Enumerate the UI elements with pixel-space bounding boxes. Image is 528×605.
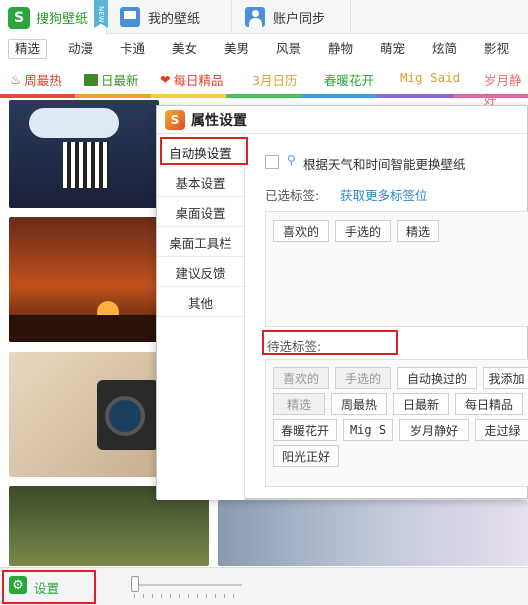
tab-my-wallpaper[interactable]: 我的壁纸 (108, 0, 232, 34)
selected-tags-label: 已选标签: (265, 188, 320, 203)
dialog-title-bar: S 属性设置 (157, 106, 527, 134)
candidate-tag[interactable]: 走过绿 (475, 419, 528, 441)
selected-tag[interactable]: 喜欢的 (273, 220, 329, 242)
feature-row: ♨ 周最热 日最新 ❤ 每日精品 3月日历 春暖花开 Mig Said 岁月静好 (0, 64, 528, 107)
feature-daily-best[interactable]: ❤ 每日精品 (160, 70, 224, 89)
slider-handle[interactable] (131, 576, 139, 592)
wallpaper-thumb[interactable] (9, 217, 159, 342)
candidate-tag[interactable]: 我添加 (483, 367, 528, 389)
candidate-tags-label: 待选标签: (267, 339, 322, 354)
picture-icon (84, 73, 98, 86)
feature-hot-week[interactable]: ♨ 周最热 (10, 70, 62, 89)
feature-newest[interactable]: 日最新 (84, 70, 139, 89)
top-tab-bar: S 搜狗壁纸 NEW 我的壁纸 账户同步 (0, 0, 528, 35)
sogou-logo-icon: S (8, 6, 30, 29)
category-item[interactable]: 美男 (224, 39, 249, 59)
bottom-bar: ⚙ 设置 (0, 567, 528, 605)
wallpaper-thumb[interactable] (9, 100, 159, 208)
heart-icon: ❤ (160, 72, 171, 87)
feature-label: 周最热 (24, 73, 62, 88)
candidate-tag[interactable]: 精选 (273, 393, 325, 415)
candidate-tags-area: 喜欢的 手选的 自动换过的 我添加 精选 周最热 日最新 每日精品 春暖花开 M… (265, 359, 528, 487)
sogou-logo-icon: S (165, 109, 185, 130)
candidate-tag[interactable]: 日最新 (393, 393, 449, 415)
selected-tags-area: 喜欢的 手选的 精选 (265, 211, 528, 327)
candidate-tag[interactable]: 岁月静好 (399, 419, 469, 441)
smart-change-label: 根据天气和时间智能更换壁纸 (303, 157, 466, 172)
nav-desktop-toolbar[interactable]: 桌面工具栏 (157, 228, 244, 257)
flame-icon: ♨ (10, 72, 22, 87)
dialog-body: ⚲ 根据天气和时间智能更换壁纸 已选标签: 获取更多标签位 喜欢的 手选的 精选… (245, 134, 528, 500)
candidate-tag[interactable]: 阳光正好 (273, 445, 339, 467)
nav-auto-change[interactable]: 自动换设置 (157, 138, 244, 167)
candidate-tag[interactable]: 每日精品 (455, 393, 523, 415)
dialog-nav: 自动换设置 基本设置 桌面设置 桌面工具栏 建议反馈 其他 (157, 134, 245, 500)
tab-sogou-wallpaper[interactable]: S 搜狗壁纸 NEW (0, 0, 108, 35)
settings-label[interactable]: 设置 (34, 578, 59, 597)
category-item[interactable]: 影视 (484, 39, 509, 59)
gear-icon[interactable]: ⚙ (9, 576, 27, 594)
category-item[interactable]: 精选 (8, 39, 48, 59)
tab-label: 账户同步 (273, 11, 326, 27)
sea-graphic (9, 315, 159, 342)
feature-mig-said[interactable]: Mig Said (400, 70, 460, 85)
category-item[interactable]: 萌宠 (380, 39, 405, 59)
category-item[interactable]: 炫简 (432, 39, 457, 59)
feature-label: Mig Said (400, 70, 461, 85)
wallpaper-thumb[interactable] (9, 352, 159, 477)
lens-graphic (105, 396, 145, 436)
slider-track[interactable] (132, 584, 242, 586)
category-item[interactable]: 静物 (328, 39, 353, 59)
tab-account-sync[interactable]: 账户同步 (233, 0, 351, 34)
feature-label: 岁月静好 (484, 73, 522, 107)
candidate-tag[interactable]: 自动换过的 (397, 367, 477, 389)
category-item[interactable]: 动漫 (68, 39, 93, 59)
feature-spring[interactable]: 春暖花开 (324, 70, 374, 89)
tab-label: 我的壁纸 (148, 11, 201, 27)
candidate-tag[interactable]: 手选的 (335, 367, 391, 389)
location-icon: ⚲ (287, 153, 296, 167)
dialog-title: 属性设置 (191, 112, 247, 129)
feature-label: 每日精品 (173, 73, 224, 88)
user-icon (245, 7, 265, 27)
monitor-icon (120, 7, 140, 27)
color-stripe (0, 94, 528, 98)
category-item[interactable]: 卡通 (120, 39, 145, 59)
qr-code-image (63, 142, 109, 188)
nav-other[interactable]: 其他 (157, 288, 244, 317)
settings-dialog: S 属性设置 自动换设置 基本设置 桌面设置 桌面工具栏 建议反馈 其他 ⚲ 根… (156, 105, 528, 500)
new-badge: NEW (94, 0, 108, 28)
category-item[interactable]: 美女 (172, 39, 197, 59)
selected-tag[interactable]: 精选 (397, 220, 439, 242)
feature-label: 3月日历 (252, 73, 298, 88)
feature-quiet-years[interactable]: 岁月静好 (484, 70, 528, 108)
category-item[interactable]: 风景 (276, 39, 301, 59)
nav-basic[interactable]: 基本设置 (157, 168, 244, 197)
feature-calendar[interactable]: 3月日历 (252, 70, 297, 89)
candidate-tag[interactable]: 喜欢的 (273, 367, 329, 389)
more-tags-link[interactable]: 获取更多标签位 (340, 185, 428, 204)
candidate-tag[interactable]: 周最热 (331, 393, 387, 415)
feature-label: 日最新 (101, 73, 139, 88)
feature-label: 春暖花开 (324, 73, 375, 88)
candidate-tag[interactable]: Mig S (343, 419, 393, 441)
wallpaper-thumb[interactable] (218, 500, 528, 566)
tab-label: 搜狗壁纸 (36, 12, 89, 27)
slider-ticks (134, 594, 242, 598)
nav-desktop[interactable]: 桌面设置 (157, 198, 244, 227)
cloud-graphic (29, 108, 119, 138)
nav-feedback[interactable]: 建议反馈 (157, 258, 244, 287)
selected-tag[interactable]: 手选的 (335, 220, 391, 242)
candidate-tag[interactable]: 春暖花开 (273, 419, 337, 441)
smart-change-checkbox[interactable] (265, 155, 279, 169)
category-row: 精选 动漫 卡通 美女 美男 风景 静物 萌宠 炫简 影视 (0, 35, 528, 63)
